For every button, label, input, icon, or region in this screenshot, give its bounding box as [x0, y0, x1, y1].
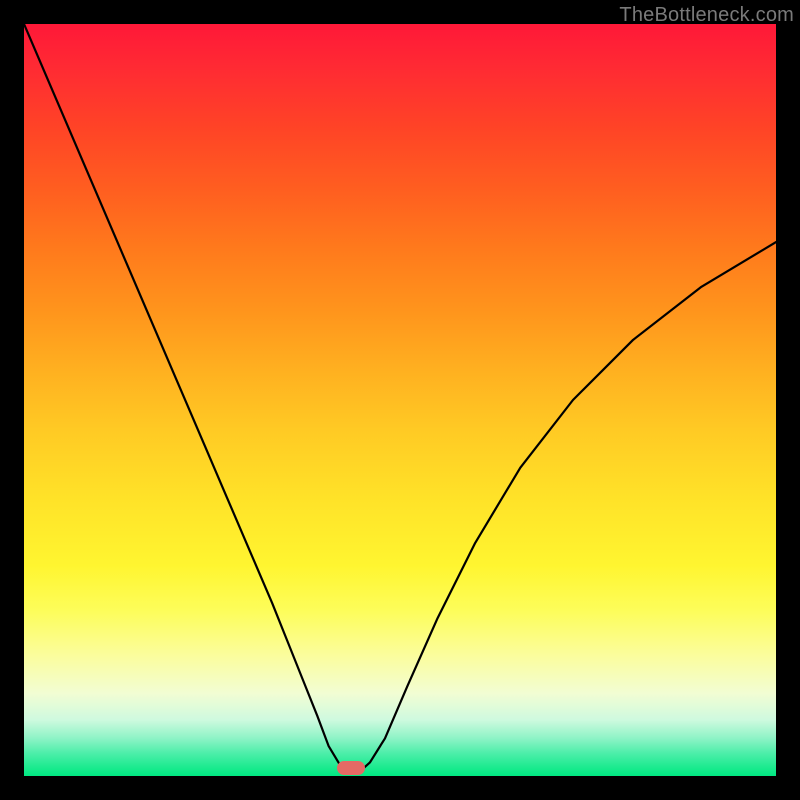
chart-container: TheBottleneck.com — [0, 0, 800, 800]
plot-area — [24, 24, 776, 776]
optimal-point-marker — [337, 761, 365, 775]
watermark-text: TheBottleneck.com — [619, 4, 794, 27]
bottleneck-curve — [24, 24, 776, 776]
